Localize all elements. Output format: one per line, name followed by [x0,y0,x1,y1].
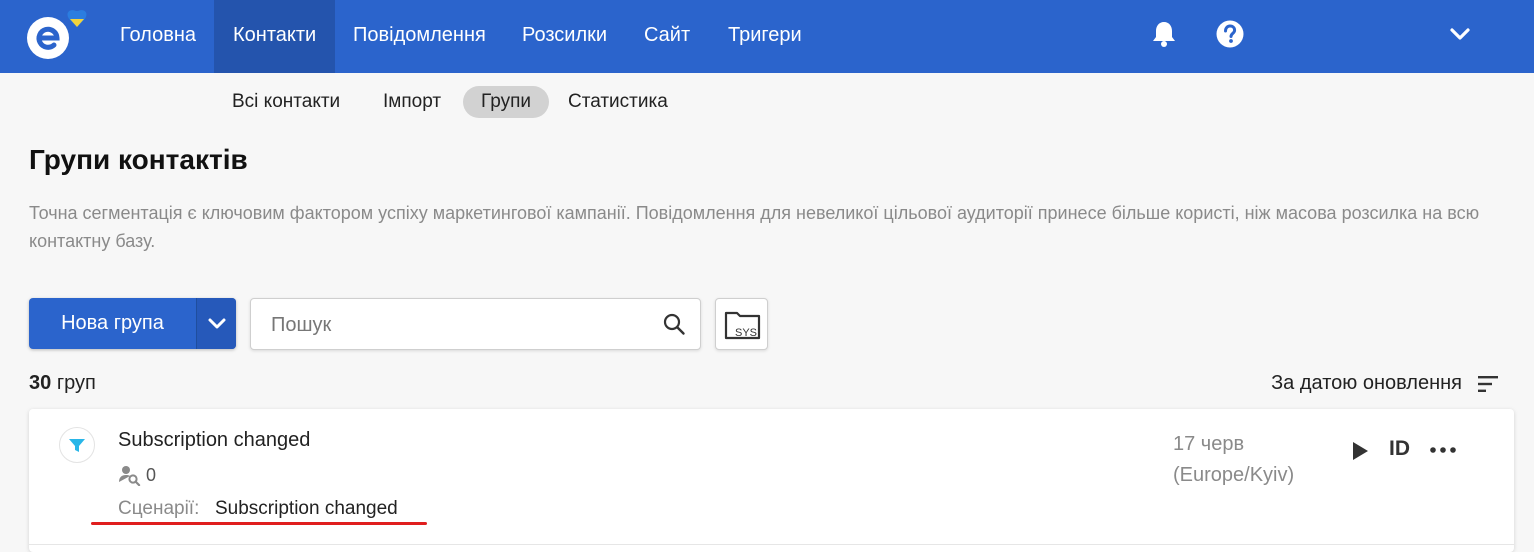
group-count: 30 груп [29,372,96,395]
group-count-number: 30 [29,372,52,394]
subtab-import[interactable]: Імпорт [365,86,459,118]
nav-item-site[interactable]: Сайт [625,0,709,73]
group-count-unit: груп [56,372,96,394]
subtab-all-contacts[interactable]: Всі контакти [214,86,358,118]
page-title: Групи контактів [29,144,248,175]
members-count: 0 [146,465,157,485]
id-button[interactable]: ID [1389,437,1410,461]
help-icon[interactable] [1215,19,1245,49]
card-divider [29,544,1514,545]
updated-timezone: (Europe/Kyiv) [1173,464,1295,486]
nav-item-campaigns[interactable]: Розсилки [503,0,626,73]
group-title[interactable]: Subscription changed [118,429,310,452]
updated-date: 17 черв (Europe/Kyiv) [1173,429,1294,491]
sys-folder-icon: SYS [724,311,761,340]
chevron-down-icon[interactable] [1446,22,1476,52]
more-options-icon[interactable] [1429,443,1457,462]
search-box [250,298,701,350]
search-icon[interactable] [662,312,686,336]
chevron-down-icon [208,318,226,329]
new-group-button-group: Нова група [29,298,236,349]
nav-item-contacts[interactable]: Контакти [214,0,336,73]
search-input[interactable] [271,311,651,339]
page-description: Точна сегментація є ключовим фактором ус… [29,203,1480,251]
top-navigation-bar: Головна Контакти Повідомлення Розсилки С… [0,0,1534,73]
filter-funnel-icon [59,427,95,463]
play-icon[interactable] [1349,439,1371,468]
subtab-statistics[interactable]: Статистика [550,86,686,118]
scenario-label: Сценарії: [118,498,200,519]
nav-item-messages[interactable]: Повідомлення [334,0,505,73]
nav-item-triggers[interactable]: Тригери [709,0,821,73]
sort-icon[interactable] [1477,374,1499,394]
group-card[interactable]: Subscription changed 0 Сценарії: Subscri… [29,409,1514,552]
annotation-underline [91,522,427,525]
system-groups-button[interactable]: SYS [715,298,768,350]
new-group-button[interactable]: Нова група [29,298,196,349]
bell-icon[interactable] [1149,19,1179,49]
sort-selector[interactable]: За датою оновлення [1271,372,1462,395]
scenario-link[interactable]: Subscription changed [215,498,398,520]
members-search-icon [118,464,142,487]
updated-date-value: 17 черв [1173,433,1245,455]
nav-item-home[interactable]: Головна [101,0,215,73]
sys-label: SYS [735,327,757,339]
logo-icon[interactable] [26,8,98,64]
new-group-dropdown-button[interactable] [196,298,236,349]
subtab-groups[interactable]: Групи [463,86,549,118]
